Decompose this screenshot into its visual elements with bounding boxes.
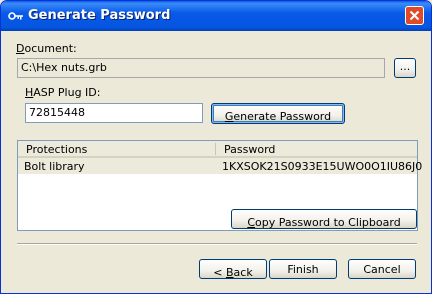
cancel-button-label: Cancel — [363, 263, 401, 276]
footer-separator — [17, 243, 417, 245]
browse-button-label: ... — [399, 60, 411, 73]
hasp-plug-id-value: 72815448 — [29, 106, 85, 119]
title-bar[interactable]: Generate Password — [1, 1, 431, 31]
cancel-button[interactable]: Cancel — [348, 259, 416, 279]
back-prefix: < — [213, 266, 226, 279]
column-separator[interactable] — [215, 143, 216, 155]
copy-label-text: opy Password to Clipboard — [255, 216, 401, 229]
document-label-text: ocument: — [24, 42, 77, 55]
copy-accel: C — [247, 216, 255, 229]
close-icon — [409, 10, 420, 21]
password-cell: 1KXSOK21S0933E15UWO0O1IU86J0 — [222, 160, 423, 173]
hasp-plug-id-input[interactable]: 72815448 — [25, 103, 203, 123]
back-accel: B — [226, 266, 234, 279]
generate-label-text: enerate Password — [233, 110, 332, 123]
table-row[interactable]: Bolt library 1KXSOK21S0933E15UWO0O1IU86J… — [18, 158, 422, 174]
generate-password-button-label: Generate Password — [225, 107, 332, 123]
back-button[interactable]: < Back — [199, 259, 267, 279]
list-header: Protections Password — [18, 141, 417, 158]
back-button-label: < Back — [213, 263, 253, 279]
finish-button-label: Finish — [287, 263, 319, 276]
generate-password-dialog: Generate Password Document: C:\Hex nuts.… — [0, 0, 432, 294]
document-path-field[interactable]: C:\Hex nuts.grb — [17, 58, 385, 78]
hasp-plug-id-label: HASP Plug ID: — [25, 86, 100, 99]
close-button[interactable] — [405, 6, 424, 25]
protection-cell: Bolt library — [24, 160, 85, 173]
copy-password-button-label: Copy Password to Clipboard — [247, 213, 401, 229]
document-path-value: C:\Hex nuts.grb — [21, 61, 107, 74]
key-icon — [8, 12, 23, 20]
hasp-label-text: ASP Plug ID: — [33, 86, 101, 99]
copy-password-button[interactable]: Copy Password to Clipboard — [231, 209, 417, 229]
column-header-protections[interactable]: Protections — [26, 143, 87, 156]
window-title: Generate Password — [28, 8, 171, 23]
back-label-text: ack — [233, 266, 253, 279]
column-header-password[interactable]: Password — [224, 143, 275, 156]
browse-button[interactable]: ... — [394, 58, 416, 78]
document-label: Document: — [16, 42, 77, 55]
finish-button[interactable]: Finish — [269, 259, 337, 279]
generate-password-button[interactable]: Generate Password — [211, 103, 345, 124]
